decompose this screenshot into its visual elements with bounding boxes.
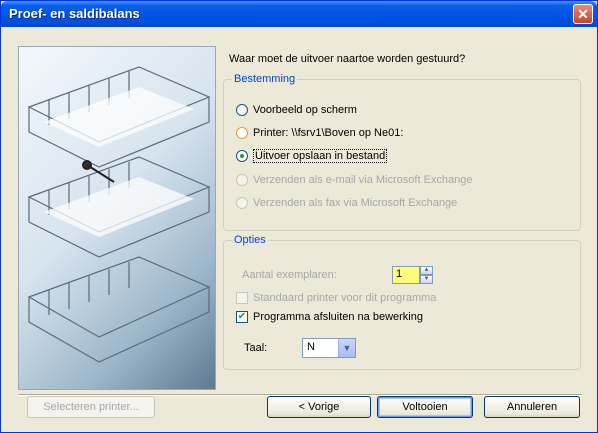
finish-button[interactable]: Voltooien <box>377 396 473 418</box>
copies-input[interactable]: 1 <box>392 266 420 284</box>
radio-label: Voorbeeld op scherm <box>253 104 357 116</box>
title-bar[interactable]: Proef- en saldibalans ✕ <box>1 1 597 27</box>
checkmark-icon[interactable]: ✔ <box>236 311 248 323</box>
radio-button[interactable] <box>236 174 248 186</box>
radio-label: Printer: \\fsrv1\Boven op Ne01: <box>253 127 404 139</box>
window-title: Proef- en saldibalans <box>9 6 140 21</box>
destination-group: Bestemming Voorbeeld op scherm Printer: … <box>223 73 581 231</box>
radio-button[interactable] <box>236 104 248 116</box>
language-value: N <box>307 341 315 353</box>
radio-button[interactable] <box>236 150 248 162</box>
paper-tray-illustration <box>27 66 211 363</box>
spin-down-icon[interactable]: ▼ <box>420 275 433 284</box>
checkbox-default-printer[interactable]: Standaard printer voor dit programma <box>236 290 436 306</box>
spin-up-icon[interactable]: ▲ <box>420 266 433 275</box>
radio-button[interactable] <box>236 127 248 139</box>
radio-printer[interactable]: Printer: \\fsrv1\Boven op Ne01: <box>236 125 403 141</box>
options-group: Opties Aantal exemplaren: 1 ▲ ▼ Standaar… <box>223 234 581 370</box>
wizard-window: Proef- en saldibalans ✕ Waar moet de uit… <box>0 0 598 433</box>
checkbox-box[interactable] <box>236 292 248 304</box>
question-text: Waar moet de uitvoer naartoe worden gest… <box>229 53 466 65</box>
radio-save-to-file[interactable]: Uitvoer opslaan in bestand <box>236 148 388 164</box>
checkbox-close-program[interactable]: ✔ Programma afsluiten na bewerking <box>236 309 423 325</box>
close-button[interactable]: ✕ <box>573 4 593 24</box>
cancel-button[interactable]: Annuleren <box>484 396 580 418</box>
destination-legend: Bestemming <box>232 73 298 85</box>
back-button[interactable]: < Vorige <box>267 396 371 418</box>
radio-button[interactable] <box>236 197 248 209</box>
language-label: Taal: <box>244 342 268 354</box>
copies-spinner[interactable]: ▲ ▼ <box>420 266 433 284</box>
chevron-down-icon[interactable]: ▼ <box>338 339 355 357</box>
radio-send-fax[interactable]: Verzenden als fax via Microsoft Exchange <box>236 195 457 211</box>
radio-label: Verzenden als fax via Microsoft Exchange <box>253 197 458 209</box>
radio-preview-screen[interactable]: Voorbeeld op scherm <box>236 102 357 118</box>
options-legend: Opties <box>232 234 268 246</box>
select-printer-button[interactable]: Selecteren printer... <box>27 396 155 418</box>
radio-label: Uitvoer opslaan in bestand <box>253 149 388 163</box>
checkbox-label: Programma afsluiten na bewerking <box>253 311 423 323</box>
copies-label: Aantal exemplaren: <box>242 269 337 281</box>
wizard-illustration <box>18 46 216 390</box>
language-select[interactable]: N ▼ <box>302 338 356 358</box>
radio-label: Verzenden als e-mail via Microsoft Excha… <box>253 174 473 186</box>
checkbox-label: Standaard printer voor dit programma <box>253 292 437 304</box>
radio-send-email[interactable]: Verzenden als e-mail via Microsoft Excha… <box>236 172 473 188</box>
